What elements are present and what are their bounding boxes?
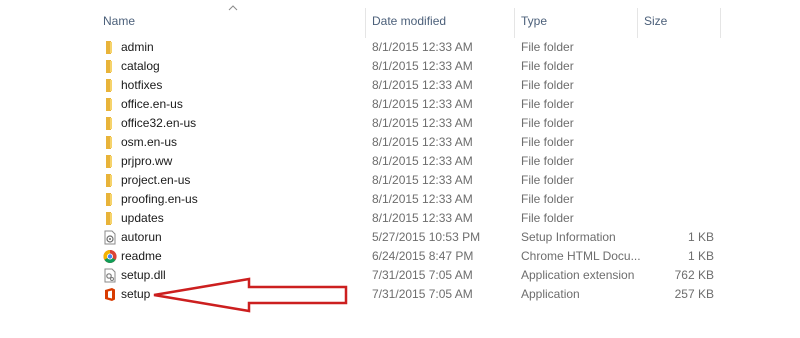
file-type: File folder (521, 192, 574, 206)
file-size: 1 KB (687, 249, 714, 263)
file-name: project.en-us (121, 173, 191, 187)
file-date-modified: 5/27/2015 10:53 PM (372, 230, 481, 244)
column-divider[interactable] (720, 8, 721, 38)
file-date-modified: 7/31/2015 7:05 AM (372, 287, 473, 301)
file-name: setup (121, 287, 151, 301)
file-date-modified: 8/1/2015 12:33 AM (372, 40, 473, 54)
file-size: 1 KB (687, 230, 714, 244)
file-date-modified: 8/1/2015 12:33 AM (372, 192, 473, 206)
column-header-size[interactable]: Size (644, 14, 667, 28)
file-list: admin 8/1/2015 12:33 AM File folder cata… (0, 38, 800, 304)
file-row[interactable]: autorun 5/27/2015 10:53 PM Setup Informa… (0, 228, 800, 247)
setup-info-icon (104, 230, 116, 245)
file-name: admin (121, 40, 154, 54)
folder-icon (106, 193, 112, 206)
file-name: updates (121, 211, 164, 225)
folder-icon (106, 98, 112, 111)
column-divider[interactable] (365, 8, 366, 38)
file-type: File folder (521, 97, 574, 111)
file-type: File folder (521, 154, 574, 168)
folder-icon (106, 136, 112, 149)
file-date-modified: 8/1/2015 12:33 AM (372, 116, 473, 130)
file-row[interactable]: setup.dll 7/31/2015 7:05 AM Application … (0, 266, 800, 285)
file-row[interactable]: office.en-us 8/1/2015 12:33 AM File fold… (0, 95, 800, 114)
file-date-modified: 8/1/2015 12:33 AM (372, 97, 473, 111)
file-type: File folder (521, 211, 574, 225)
file-date-modified: 7/31/2015 7:05 AM (372, 268, 473, 282)
file-date-modified: 8/1/2015 12:33 AM (372, 135, 473, 149)
column-divider[interactable] (637, 8, 638, 38)
file-row[interactable]: readme 6/24/2015 8:47 PM Chrome HTML Doc… (0, 247, 800, 266)
file-name: hotfixes (121, 78, 163, 92)
file-type: File folder (521, 78, 574, 92)
file-type: Chrome HTML Docu... (521, 249, 641, 263)
folder-icon (106, 60, 112, 73)
sort-ascending-icon[interactable] (228, 5, 238, 11)
file-type: File folder (521, 40, 574, 54)
file-row[interactable]: admin 8/1/2015 12:33 AM File folder (0, 38, 800, 57)
file-name: catalog (121, 59, 160, 73)
file-type: Application extension (521, 268, 635, 282)
file-name: osm.en-us (121, 135, 178, 149)
file-name: readme (121, 249, 162, 263)
file-size: 762 KB (674, 268, 714, 282)
file-date-modified: 8/1/2015 12:33 AM (372, 78, 473, 92)
file-type: File folder (521, 116, 574, 130)
folder-icon (106, 155, 112, 168)
file-row[interactable]: proofing.en-us 8/1/2015 12:33 AM File fo… (0, 190, 800, 209)
file-row[interactable]: setup 7/31/2015 7:05 AM Application 257 … (0, 285, 800, 304)
file-row[interactable]: updates 8/1/2015 12:33 AM File folder (0, 209, 800, 228)
file-row[interactable]: project.en-us 8/1/2015 12:33 AM File fol… (0, 171, 800, 190)
column-divider[interactable] (514, 8, 515, 38)
folder-icon (106, 41, 112, 54)
dll-icon (104, 268, 116, 283)
file-row[interactable]: office32.en-us 8/1/2015 12:33 AM File fo… (0, 114, 800, 133)
file-type: File folder (521, 135, 574, 149)
file-name: setup.dll (121, 268, 166, 282)
column-header-type[interactable]: Type (521, 14, 547, 28)
file-name: autorun (121, 230, 162, 244)
file-row[interactable]: prjpro.ww 8/1/2015 12:33 AM File folder (0, 152, 800, 171)
file-date-modified: 8/1/2015 12:33 AM (372, 59, 473, 73)
file-date-modified: 6/24/2015 8:47 PM (372, 249, 474, 263)
folder-icon (106, 117, 112, 130)
file-size: 257 KB (674, 287, 714, 301)
file-row[interactable]: hotfixes 8/1/2015 12:33 AM File folder (0, 76, 800, 95)
file-type: File folder (521, 173, 574, 187)
file-type: File folder (521, 59, 574, 73)
file-type: Application (521, 287, 580, 301)
file-name: office.en-us (121, 97, 183, 111)
file-date-modified: 8/1/2015 12:33 AM (372, 211, 473, 225)
file-date-modified: 8/1/2015 12:33 AM (372, 154, 473, 168)
column-header-bar: Name Date modified Type Size (0, 0, 800, 40)
folder-icon (106, 212, 112, 225)
file-name: prjpro.ww (121, 154, 173, 168)
column-header-name[interactable]: Name (103, 14, 135, 28)
file-type: Setup Information (521, 230, 616, 244)
file-name: proofing.en-us (121, 192, 198, 206)
office-setup-icon (105, 288, 115, 301)
folder-icon (106, 174, 112, 187)
column-header-date-modified[interactable]: Date modified (372, 14, 446, 28)
file-date-modified: 8/1/2015 12:33 AM (372, 173, 473, 187)
folder-icon (106, 79, 112, 92)
file-row[interactable]: catalog 8/1/2015 12:33 AM File folder (0, 57, 800, 76)
file-row[interactable]: osm.en-us 8/1/2015 12:33 AM File folder (0, 133, 800, 152)
chrome-icon (103, 250, 117, 263)
file-name: office32.en-us (121, 116, 197, 130)
